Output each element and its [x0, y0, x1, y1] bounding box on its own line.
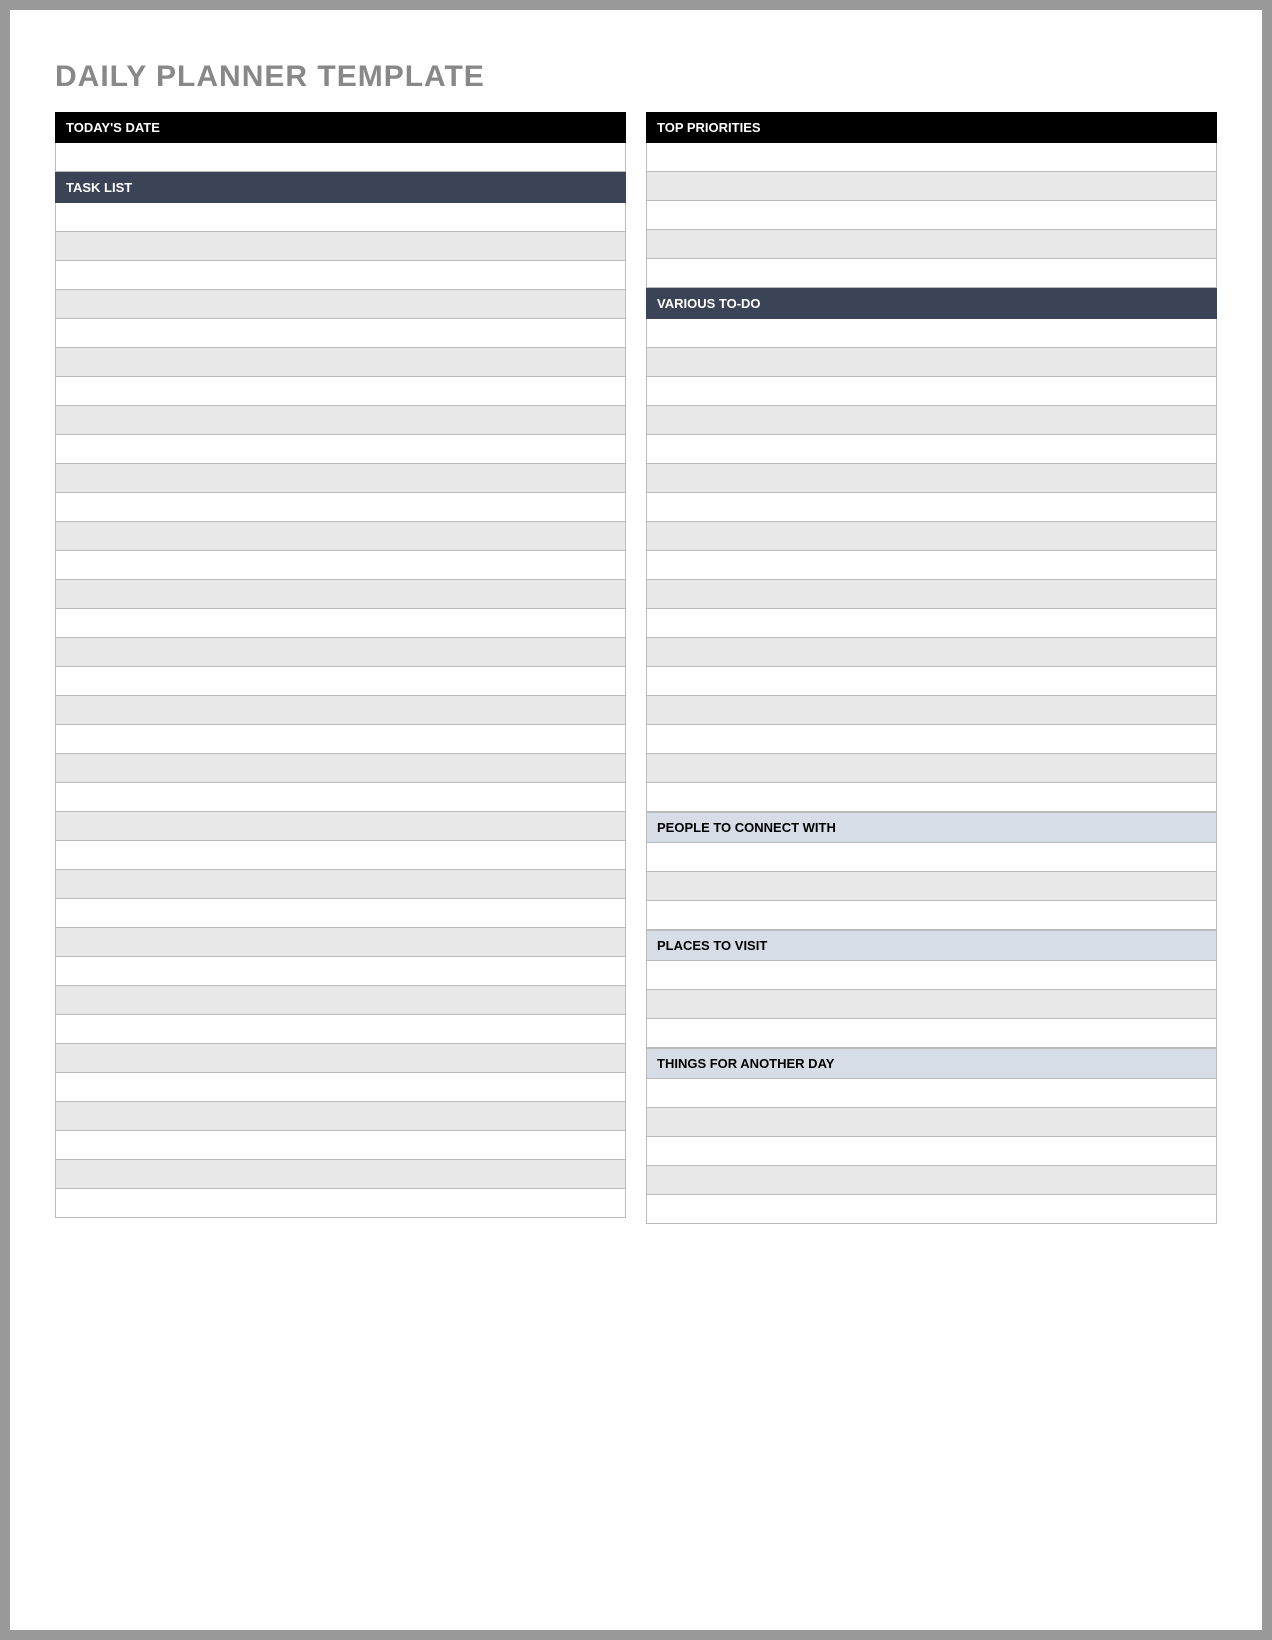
input-row[interactable] [55, 609, 626, 638]
things-another-day-header: THINGS FOR ANOTHER DAY [646, 1048, 1217, 1079]
input-row[interactable] [55, 522, 626, 551]
columns-wrapper: TODAY'S DATE TASK LIST TOP PRIORITIES VA… [55, 112, 1217, 1224]
task-list-rows [55, 203, 626, 1218]
input-row[interactable] [646, 872, 1217, 901]
input-row[interactable] [646, 319, 1217, 348]
todays-date-rows [55, 143, 626, 172]
input-row[interactable] [55, 957, 626, 986]
various-todo-rows [646, 319, 1217, 812]
input-row[interactable] [646, 1108, 1217, 1137]
places-visit-rows [646, 961, 1217, 1048]
input-row[interactable] [646, 259, 1217, 288]
input-row[interactable] [55, 1102, 626, 1131]
input-row[interactable] [646, 783, 1217, 812]
input-row[interactable] [646, 551, 1217, 580]
input-row[interactable] [55, 870, 626, 899]
input-row[interactable] [55, 812, 626, 841]
input-row[interactable] [55, 1044, 626, 1073]
input-row[interactable] [55, 493, 626, 522]
input-row[interactable] [55, 261, 626, 290]
input-row[interactable] [646, 1019, 1217, 1048]
input-row[interactable] [55, 638, 626, 667]
input-row[interactable] [646, 172, 1217, 201]
input-row[interactable] [55, 580, 626, 609]
input-row[interactable] [55, 667, 626, 696]
input-row[interactable] [55, 841, 626, 870]
top-priorities-rows [646, 143, 1217, 288]
input-row[interactable] [646, 696, 1217, 725]
input-row[interactable] [55, 1189, 626, 1218]
input-row[interactable] [55, 1015, 626, 1044]
todays-date-header: TODAY'S DATE [55, 112, 626, 143]
input-row[interactable] [55, 899, 626, 928]
input-row[interactable] [55, 783, 626, 812]
page-title: DAILY PLANNER TEMPLATE [55, 60, 1217, 94]
input-row[interactable] [646, 990, 1217, 1019]
input-row[interactable] [55, 754, 626, 783]
input-row[interactable] [646, 435, 1217, 464]
input-row[interactable] [55, 319, 626, 348]
input-row[interactable] [55, 290, 626, 319]
people-connect-header: PEOPLE TO CONNECT WITH [646, 812, 1217, 843]
planner-page: DAILY PLANNER TEMPLATE TODAY'S DATE TASK… [0, 0, 1272, 1640]
input-row[interactable] [646, 201, 1217, 230]
input-row[interactable] [55, 143, 626, 172]
input-row[interactable] [646, 901, 1217, 930]
input-row[interactable] [55, 1131, 626, 1160]
right-column: TOP PRIORITIES VARIOUS TO-DO PEOPLE TO C… [646, 112, 1217, 1224]
input-row[interactable] [646, 1195, 1217, 1224]
input-row[interactable] [55, 348, 626, 377]
input-row[interactable] [646, 143, 1217, 172]
input-row[interactable] [646, 377, 1217, 406]
input-row[interactable] [55, 232, 626, 261]
places-visit-header: PLACES TO VISIT [646, 930, 1217, 961]
input-row[interactable] [646, 1166, 1217, 1195]
input-row[interactable] [646, 1137, 1217, 1166]
input-row[interactable] [55, 725, 626, 754]
input-row[interactable] [646, 1079, 1217, 1108]
input-row[interactable] [55, 377, 626, 406]
input-row[interactable] [646, 609, 1217, 638]
input-row[interactable] [55, 435, 626, 464]
input-row[interactable] [55, 406, 626, 435]
input-row[interactable] [55, 986, 626, 1015]
input-row[interactable] [646, 754, 1217, 783]
input-row[interactable] [646, 230, 1217, 259]
input-row[interactable] [55, 551, 626, 580]
input-row[interactable] [55, 1073, 626, 1102]
things-another-day-rows [646, 1079, 1217, 1224]
input-row[interactable] [646, 667, 1217, 696]
people-connect-rows [646, 843, 1217, 930]
input-row[interactable] [646, 961, 1217, 990]
input-row[interactable] [646, 464, 1217, 493]
various-todo-header: VARIOUS TO-DO [646, 288, 1217, 319]
input-row[interactable] [646, 725, 1217, 754]
input-row[interactable] [55, 1160, 626, 1189]
input-row[interactable] [646, 522, 1217, 551]
input-row[interactable] [55, 928, 626, 957]
task-list-header: TASK LIST [55, 172, 626, 203]
input-row[interactable] [646, 580, 1217, 609]
top-priorities-header: TOP PRIORITIES [646, 112, 1217, 143]
input-row[interactable] [55, 696, 626, 725]
input-row[interactable] [646, 638, 1217, 667]
input-row[interactable] [646, 843, 1217, 872]
input-row[interactable] [646, 493, 1217, 522]
input-row[interactable] [55, 203, 626, 232]
input-row[interactable] [646, 406, 1217, 435]
input-row[interactable] [646, 348, 1217, 377]
left-column: TODAY'S DATE TASK LIST [55, 112, 626, 1224]
input-row[interactable] [55, 464, 626, 493]
